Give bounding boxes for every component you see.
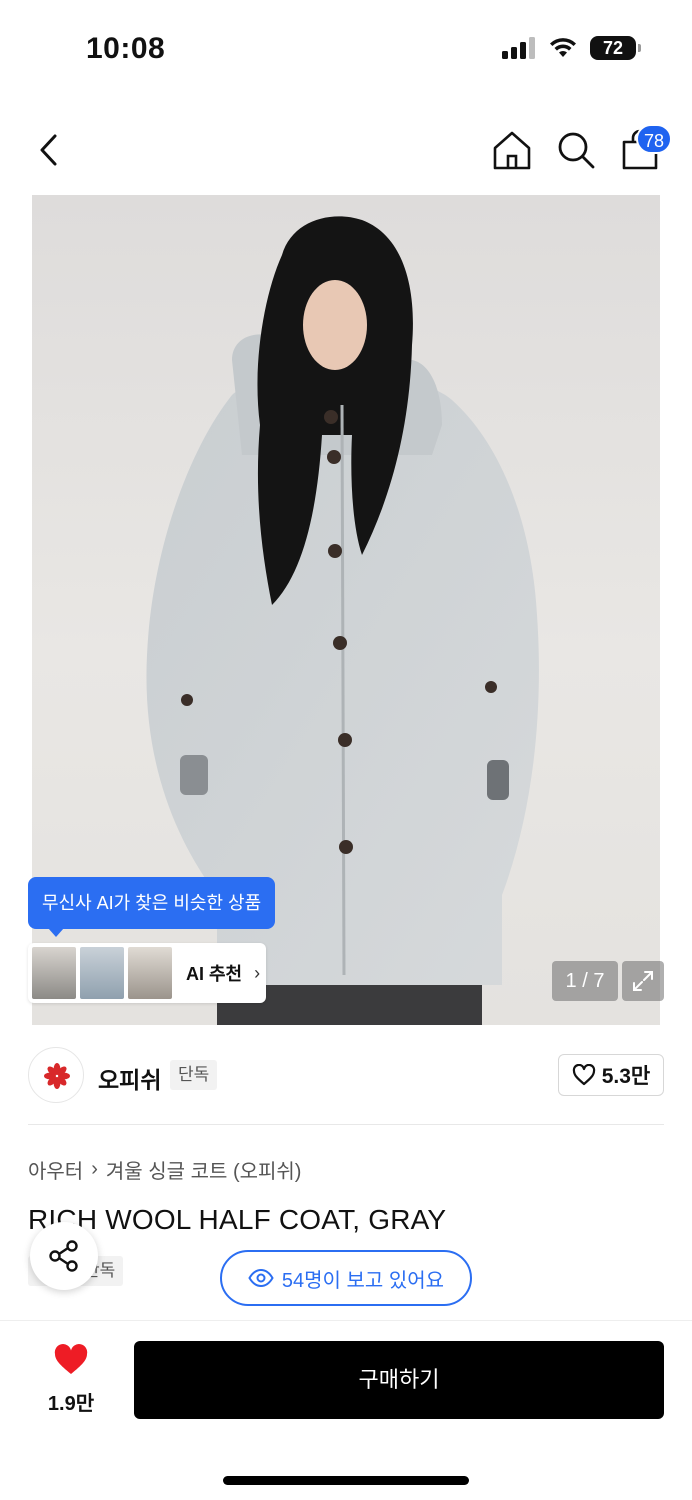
favorite-count: 1.9만	[47, 1393, 95, 1415]
wifi-icon	[550, 38, 576, 57]
status-icons: 72	[502, 36, 641, 60]
favorite-button[interactable]: 1.9만	[40, 1344, 102, 1416]
brand-logo[interactable]	[28, 1047, 84, 1103]
image-pager: 1 / 7	[552, 961, 618, 1001]
viewers-text: 54명이 보고 있어요	[281, 1269, 445, 1292]
status-time: 10:08	[86, 32, 166, 65]
buy-button[interactable]: 구매하기	[134, 1341, 664, 1419]
ai-recommend-label: AI 추천	[186, 964, 243, 984]
divider	[28, 1124, 664, 1125]
product-title: RICH WOOL HALF COAT, GRAY	[28, 1204, 447, 1235]
search-icon[interactable]	[554, 128, 598, 172]
status-bar: 10:08 72	[0, 0, 692, 100]
brand-name[interactable]: 오피쉬	[98, 1061, 161, 1095]
breadcrumb-category[interactable]: 아우터	[28, 1155, 83, 1184]
cart-count-badge: 78	[636, 124, 673, 154]
breadcrumb-subcategory[interactable]: 겨울 싱글 코트 (오피쉬)	[106, 1155, 302, 1184]
ai-thumbnail[interactable]	[128, 947, 172, 999]
cellular-signal-icon	[502, 37, 535, 59]
viewers-count-pill: 54명이 보고 있어요	[220, 1250, 472, 1306]
home-indicator	[223, 1476, 469, 1485]
back-arrow-icon[interactable]	[30, 128, 70, 172]
top-nav	[0, 118, 692, 182]
exclusive-tag: 단독	[170, 1060, 218, 1090]
heart-outline-icon	[572, 1064, 595, 1086]
share-button[interactable]	[30, 1222, 98, 1290]
expand-button[interactable]	[622, 961, 664, 1001]
breadcrumb: 아우터 › 겨울 싱글 코트 (오피쉬)	[28, 1155, 301, 1184]
brand-like-button[interactable]: 5.3만	[558, 1054, 664, 1096]
home-icon[interactable]	[490, 128, 534, 172]
expand-icon	[633, 971, 653, 991]
brand-like-count: 5.3만	[601, 1065, 651, 1088]
eye-icon	[248, 1269, 274, 1287]
share-icon	[49, 1240, 78, 1272]
battery-level: 72	[602, 38, 624, 58]
chevron-right-icon: ›	[254, 962, 261, 983]
brand-row: 오피쉬 단독 5.3만	[28, 1047, 664, 1103]
heart-filled-icon	[54, 1344, 88, 1374]
chevron-right-icon: ›	[91, 1158, 98, 1180]
ai-similar-tooltip[interactable]: 무신사 AI가 찾은 비슷한 상품	[28, 877, 276, 937]
ai-thumbnail[interactable]	[32, 947, 76, 999]
ai-thumbnail[interactable]	[80, 947, 124, 999]
ai-recommend-strip[interactable]: AI 추천 ›	[28, 943, 266, 1003]
battery-icon: 72	[590, 36, 641, 60]
brand-flower-icon	[44, 1063, 70, 1089]
